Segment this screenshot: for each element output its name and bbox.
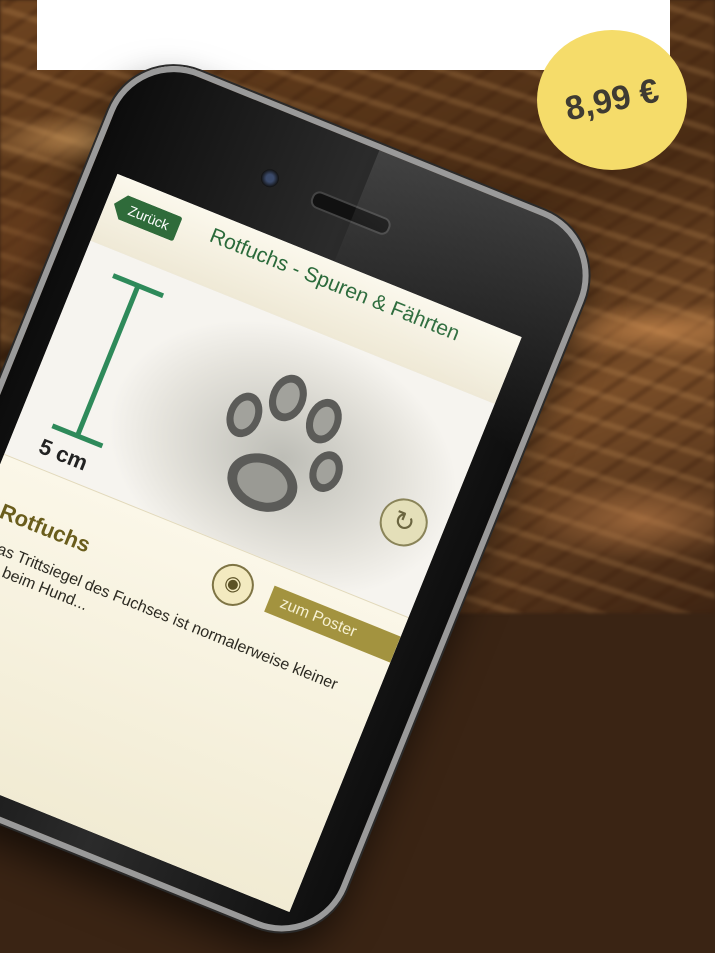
scale-bar <box>51 273 165 449</box>
back-button[interactable]: Zurück <box>109 192 183 242</box>
eye-icon: ◉ <box>221 570 246 598</box>
app-screen: Zurück Rotfuchs - Spuren & Fährten 5 cm <box>0 173 522 912</box>
price-badge: 8,99 € <box>537 30 687 170</box>
earpiece-speaker <box>308 188 394 238</box>
front-camera <box>258 166 282 190</box>
eye-button[interactable]: ◉ <box>205 557 261 613</box>
rotate-button[interactable]: ↻ <box>372 491 435 554</box>
rotate-icon: ↻ <box>388 503 420 540</box>
